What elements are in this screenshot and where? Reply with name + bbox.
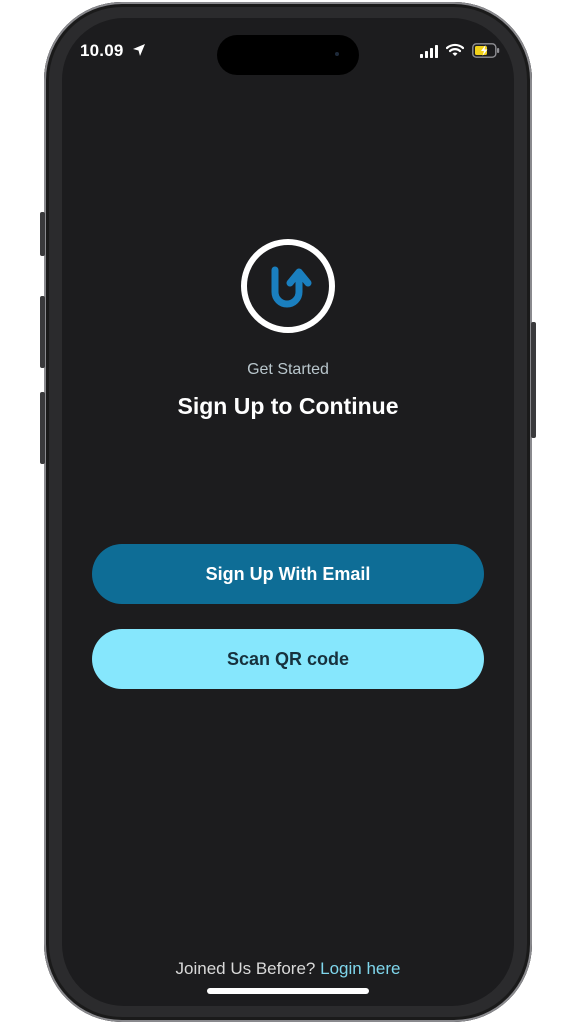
page-title: Sign Up to Continue bbox=[177, 393, 399, 419]
wifi-icon bbox=[446, 43, 464, 56]
cellular-signal-icon bbox=[420, 45, 438, 58]
status-bar: 10.09 bbox=[62, 18, 514, 88]
action-button bbox=[40, 212, 45, 256]
login-link[interactable]: Login here bbox=[320, 959, 400, 978]
volume-up-button bbox=[40, 296, 45, 368]
dynamic-island bbox=[217, 35, 359, 75]
app-logo-icon bbox=[241, 239, 335, 333]
sign-up-email-button[interactable]: Sign Up With Email bbox=[92, 544, 484, 604]
scan-qr-button[interactable]: Scan QR code bbox=[92, 629, 484, 689]
get-started-label: Get Started bbox=[247, 361, 329, 378]
camera-dot bbox=[335, 52, 339, 56]
app-screen: 10.09 Get Started Sign Up to Continue Si… bbox=[62, 18, 514, 1006]
power-button bbox=[531, 322, 536, 438]
home-indicator[interactable] bbox=[207, 988, 369, 994]
status-time: 10.09 bbox=[80, 41, 124, 60]
volume-down-button bbox=[40, 392, 45, 464]
login-prompt: Joined Us Before? Login here bbox=[62, 959, 514, 979]
battery-charging-icon bbox=[472, 43, 500, 58]
location-arrow-icon bbox=[133, 44, 145, 56]
joined-before-text: Joined Us Before? bbox=[175, 959, 316, 978]
